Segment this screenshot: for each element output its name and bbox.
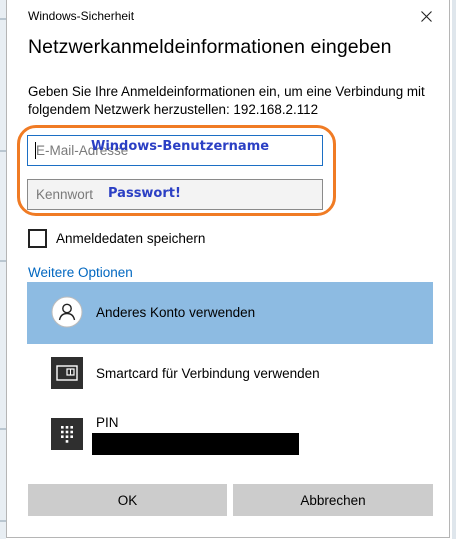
dialog-description: Geben Sie Ihre Anmeldeinformationen ein,… [28,84,425,117]
ok-button[interactable]: OK [28,484,227,516]
window-title: Windows-Sicherheit [28,9,135,23]
dialog-heading: Netzwerkanmeldeinformationen eingeben [28,36,392,58]
username-annotation: Windows-Benutzername [91,139,270,154]
option-pin[interactable]: PIN [27,404,433,466]
option-label: Smartcard für Verbindung verwenden [96,366,320,381]
user-icon [51,296,83,328]
option-label: PIN [96,415,119,430]
remember-label[interactable]: Anmeldedaten speichern [56,231,205,246]
credentials-dialog: Windows-Sicherheit Netzwerkanmeldeinform… [6,0,450,538]
close-button[interactable] [403,0,449,32]
redacted-block [92,433,299,455]
background-window-strip-right [452,0,456,539]
cancel-button[interactable]: Abbrechen [233,484,433,516]
option-label: Anderes Konto verwenden [96,305,256,320]
option-smartcard[interactable]: Smartcard für Verbindung verwenden [27,343,433,405]
keypad-icon [51,418,83,450]
close-icon [420,10,432,22]
password-placeholder: Kennwort [36,187,94,202]
remember-checkbox[interactable] [28,229,47,248]
smartcard-icon [51,357,83,389]
option-other-account[interactable]: Anderes Konto verwenden [27,282,433,344]
password-annotation: Passwort! [108,186,181,201]
more-options-link[interactable]: Weitere Optionen [28,265,133,280]
